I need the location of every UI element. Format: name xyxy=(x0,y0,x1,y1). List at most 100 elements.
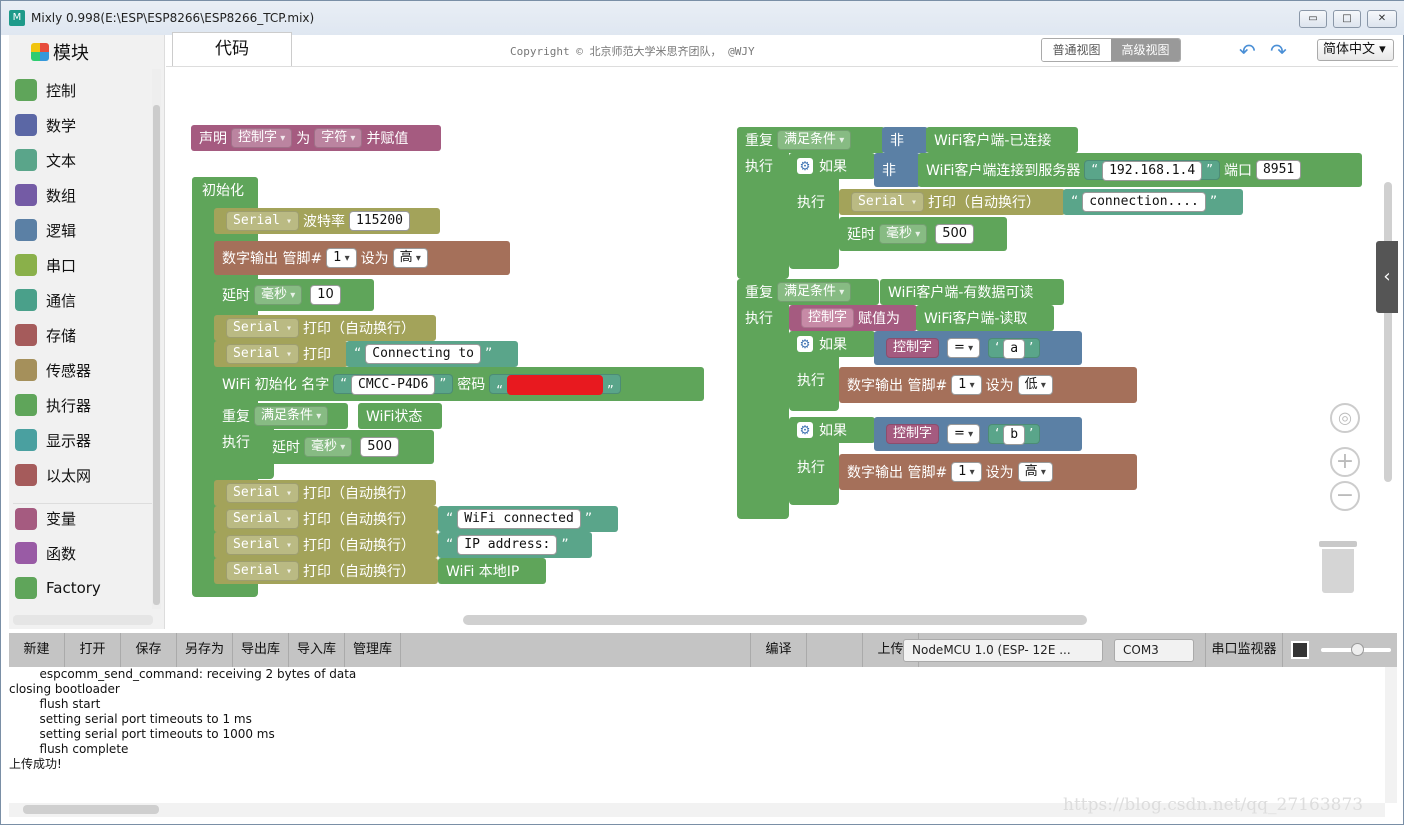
wifi-status-block[interactable]: WiFi状态 xyxy=(358,403,442,429)
port-select[interactable]: COM3 xyxy=(1114,639,1194,662)
char-input[interactable]: a xyxy=(1003,339,1026,359)
var-name-field[interactable]: 控制字 xyxy=(231,128,293,148)
sidebar-item-3[interactable]: 数组 xyxy=(13,180,153,210)
sidebar-item-13[interactable]: 函数 xyxy=(13,538,153,568)
import-lib-button[interactable]: 导入库 xyxy=(289,633,345,667)
save-as-button[interactable]: 另存为 xyxy=(177,633,233,667)
workspace-hscrollbar[interactable] xyxy=(463,615,1087,625)
normal-view-button[interactable]: 普通视图 xyxy=(1042,39,1111,61)
serial-println-block[interactable]: Serial打印（自动换行） xyxy=(214,506,438,532)
serial-dropdown[interactable]: Serial xyxy=(226,318,300,338)
var-field[interactable]: 控制字 xyxy=(886,424,940,444)
password-input[interactable] xyxy=(506,375,603,395)
text-block[interactable]: “Connecting to” xyxy=(346,341,518,367)
compare-block[interactable]: 控制字=‘b’ xyxy=(874,417,1082,451)
workspace-vscrollbar[interactable] xyxy=(1384,182,1392,482)
serial-baud-block[interactable]: Serial波特率115200 xyxy=(214,208,440,234)
serial-dropdown[interactable]: Serial xyxy=(226,509,300,529)
manage-lib-button[interactable]: 管理库 xyxy=(345,633,401,667)
operator-dropdown[interactable]: = xyxy=(947,338,981,358)
level-dropdown[interactable]: 高 xyxy=(392,248,428,268)
slider-handle[interactable] xyxy=(1351,643,1364,656)
sidebar-item-11[interactable]: 以太网 xyxy=(13,460,153,490)
delay-block[interactable]: 延时毫秒 10 xyxy=(214,279,374,311)
var-field[interactable]: 控制字 xyxy=(801,308,855,328)
sidebar-item-9[interactable]: 执行器 xyxy=(13,390,153,420)
sidebar-item-0[interactable]: 控制 xyxy=(13,75,153,105)
blockly-workspace[interactable]: 声明 控制字 为 字符 并赋值 初始化 Serial波特率115200 数字输出… xyxy=(166,67,1398,629)
sidebar-item-2[interactable]: 文本 xyxy=(13,145,153,175)
sidebar-item-6[interactable]: 通信 xyxy=(13,285,153,315)
text-input[interactable]: connection.... xyxy=(1082,192,1206,212)
sidebar-scrollbar[interactable] xyxy=(152,69,161,609)
text-input[interactable]: IP address: xyxy=(457,535,558,555)
pin-dropdown[interactable]: 1 xyxy=(326,248,357,268)
delay-input[interactable]: 500 xyxy=(935,224,975,244)
console-vscrollbar[interactable] xyxy=(1385,667,1397,803)
collapse-panel-button[interactable]: ‹ xyxy=(1376,241,1398,313)
compare-block[interactable]: 控制字=‘a’ xyxy=(874,331,1082,365)
text-input[interactable]: WiFi connected xyxy=(457,509,581,529)
serial-println-block[interactable]: Serial打印（自动换行） xyxy=(839,189,1065,215)
new-button[interactable]: 新建 xyxy=(9,633,65,667)
ssid-input[interactable]: CMCC-P4D6 xyxy=(351,375,436,395)
server-input[interactable]: 192.168.1.4 xyxy=(1102,161,1203,181)
not-block[interactable]: 非 xyxy=(882,127,928,153)
client-read-block[interactable]: WiFi客户端-读取 xyxy=(916,305,1054,331)
port-input[interactable]: 8951 xyxy=(1255,160,1302,180)
wifi-init-block[interactable]: WiFi 初始化 名字 “CMCC-P4D6” 密码 “” xyxy=(214,367,704,401)
digital-write-block[interactable]: 数字输出 管脚#1设为低 xyxy=(839,367,1137,403)
delay-block-500[interactable]: 延时毫秒 500 xyxy=(839,217,1007,251)
until-dropdown[interactable]: 满足条件 xyxy=(254,406,329,426)
not-block[interactable]: 非 xyxy=(874,153,920,187)
type-dropdown[interactable]: 字符 xyxy=(314,128,363,148)
char-input[interactable]: b xyxy=(1003,425,1026,445)
unit-dropdown[interactable]: 毫秒 xyxy=(879,224,928,244)
serial-monitor-button[interactable]: 串口监视器 xyxy=(1205,633,1283,667)
serial-dropdown[interactable]: Serial xyxy=(226,535,300,555)
gear-icon[interactable]: ⚙ xyxy=(797,158,813,174)
sidebar-item-7[interactable]: 存储 xyxy=(13,320,153,350)
serial-println-block[interactable]: Serial打印（自动换行） xyxy=(214,558,438,584)
until-dropdown[interactable]: 满足条件 xyxy=(777,282,852,302)
serial-print-block[interactable]: Serial打印 xyxy=(214,341,348,367)
save-button[interactable]: 保存 xyxy=(121,633,177,667)
tab-code[interactable]: 代码 xyxy=(172,32,292,66)
baud-input[interactable]: 115200 xyxy=(349,211,410,231)
level-dropdown[interactable]: 高 xyxy=(1017,462,1053,482)
sidebar-hscrollbar[interactable] xyxy=(13,615,153,625)
sidebar-item-5[interactable]: 串口 xyxy=(13,250,153,280)
var-field[interactable]: 控制字 xyxy=(886,338,940,358)
open-button[interactable]: 打开 xyxy=(65,633,121,667)
trash-icon[interactable] xyxy=(1319,537,1357,593)
close-button[interactable]: ✕ xyxy=(1367,10,1397,28)
operator-dropdown[interactable]: = xyxy=(947,424,981,444)
pin-dropdown[interactable]: 1 xyxy=(951,375,982,395)
sidebar-item-14[interactable]: Factory xyxy=(13,573,153,603)
sidebar-item-4[interactable]: 逻辑 xyxy=(13,215,153,245)
serial-dropdown[interactable]: Serial xyxy=(851,192,925,212)
declare-block[interactable]: 声明 控制字 为 字符 并赋值 xyxy=(191,125,441,151)
client-connected-block[interactable]: WiFi客户端-已连接 xyxy=(926,127,1078,153)
board-select[interactable]: NodeMCU 1.0 (ESP- 12E ... xyxy=(903,639,1103,662)
redo-icon[interactable]: ↷ xyxy=(1270,39,1287,63)
maximize-button[interactable]: □ xyxy=(1333,10,1361,28)
zoom-in-icon[interactable]: + xyxy=(1330,447,1360,477)
recenter-icon[interactable]: ◎ xyxy=(1330,403,1360,433)
digital-write-block[interactable]: 数字输出 管脚#1设为高 xyxy=(214,241,510,275)
sidebar-item-1[interactable]: 数学 xyxy=(13,110,153,140)
unit-dropdown[interactable]: 毫秒 xyxy=(304,437,353,457)
advanced-view-button[interactable]: 高级视图 xyxy=(1111,39,1180,61)
delay-input[interactable]: 10 xyxy=(310,285,341,305)
delay-block-500[interactable]: 延时毫秒 500 xyxy=(264,430,434,464)
minimize-button[interactable]: ▭ xyxy=(1299,10,1327,28)
undo-icon[interactable]: ↶ xyxy=(1239,39,1256,63)
serial-println-block[interactable]: Serial打印（自动换行） xyxy=(214,480,436,506)
serial-dropdown[interactable]: Serial xyxy=(226,211,300,231)
delay-input[interactable]: 500 xyxy=(360,437,400,457)
serial-println-block[interactable]: Serial打印（自动换行） xyxy=(214,315,436,341)
serial-dropdown[interactable]: Serial xyxy=(226,483,300,503)
serial-println-block[interactable]: Serial打印（自动换行） xyxy=(214,532,438,558)
language-select[interactable]: 简体中文 ▾ xyxy=(1317,39,1394,61)
text-block[interactable]: “connection....” xyxy=(1063,189,1243,215)
